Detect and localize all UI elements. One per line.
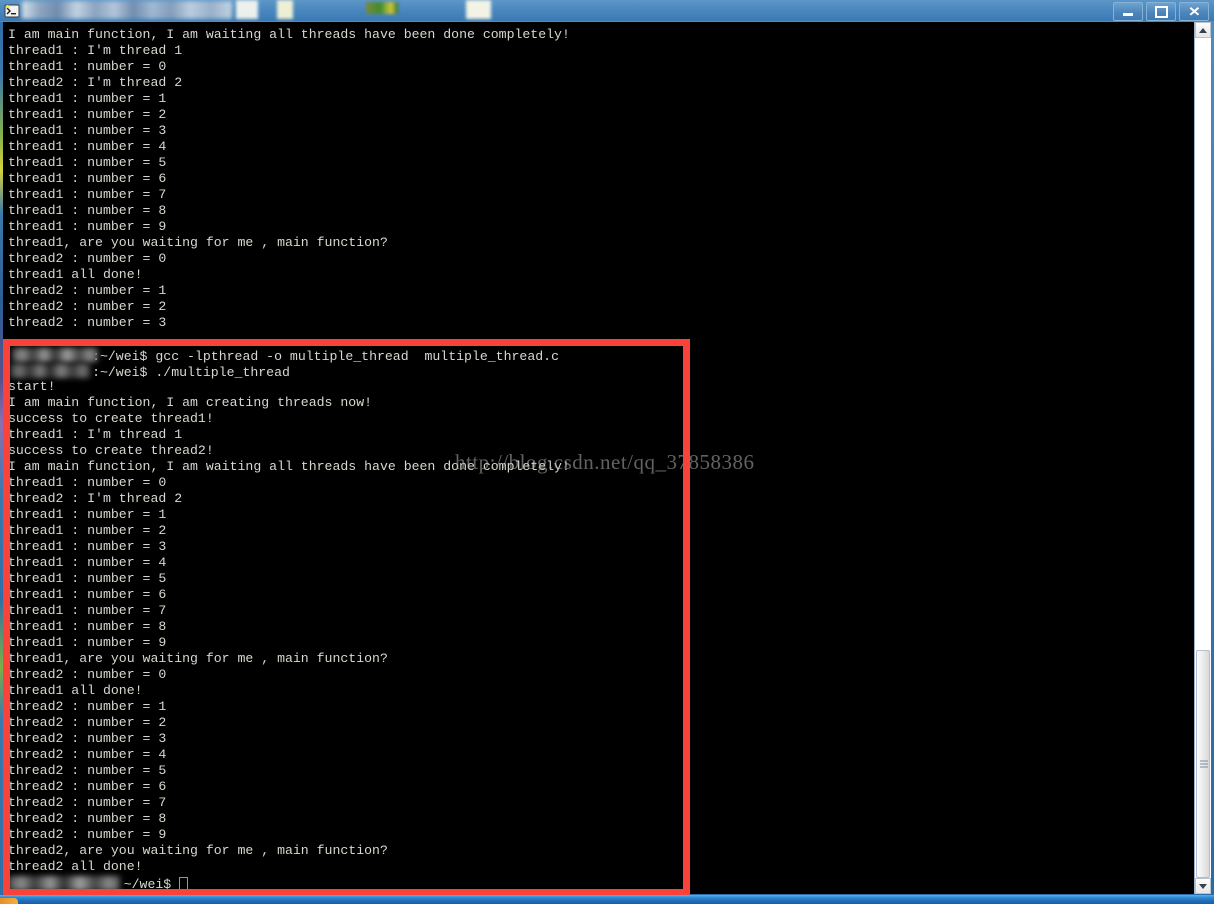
terminal-line-lower-9: thread1 : number = 2: [8, 523, 167, 538]
terminal-line-lower-7: thread2 : I'm thread 2: [8, 491, 183, 506]
terminal-line-lower-20: thread2 : number = 1: [8, 699, 167, 714]
terminal-window: ✕ I am main function, I am waiting all t…: [0, 0, 1214, 901]
terminal-line-lower-26: thread2 : number = 7: [8, 795, 167, 810]
scroll-down-button[interactable]: [1195, 878, 1211, 894]
terminal-line-upper-11: thread1 : number = 8: [8, 203, 167, 218]
screen: ✕ I am main function, I am waiting all t…: [0, 0, 1214, 904]
terminal-line-lower-18: thread2 : number = 0: [8, 667, 167, 682]
terminal-line-upper-1: thread1 : I'm thread 1: [8, 43, 183, 58]
terminal-line-upper-8: thread1 : number = 5: [8, 155, 167, 170]
chevron-up-icon: [1199, 27, 1207, 33]
terminal-line-lower-0: start!: [8, 379, 56, 394]
scrollbar-track[interactable]: [1195, 38, 1211, 878]
terminal-line-lower-8: thread1 : number = 1: [8, 507, 167, 522]
terminal-line-lower-16: thread1 : number = 9: [8, 635, 167, 650]
terminal-line-upper-14: thread2 : number = 0: [8, 251, 167, 266]
prompt-path-final: ~/wei$: [123, 877, 172, 892]
terminal-line-upper-13: thread1, are you waiting for me , main f…: [8, 235, 388, 250]
terminal-line-upper-12: thread1 : number = 9: [8, 219, 167, 234]
vertical-scrollbar[interactable]: [1194, 22, 1211, 894]
terminal-line-upper-10: thread1 : number = 7: [8, 187, 167, 202]
terminal-line-lower-22: thread2 : number = 3: [8, 731, 167, 746]
maximize-icon: [1154, 5, 1168, 18]
titlebar-blob-1: [236, 0, 258, 19]
terminal-line-upper-2: thread1 : number = 0: [8, 59, 167, 74]
terminal-line-upper-18: thread2 : number = 3: [8, 315, 167, 330]
window-controls: ✕: [1113, 2, 1209, 21]
terminal-line-lower-14: thread1 : number = 7: [8, 603, 167, 618]
terminal-line-lower-10: thread1 : number = 3: [8, 539, 167, 554]
terminal-line-upper-17: thread2 : number = 2: [8, 299, 167, 314]
terminal-line-upper-4: thread1 : number = 1: [8, 91, 167, 106]
titlebar-blob-3: [366, 2, 398, 14]
redaction-blur-username-3: [8, 876, 120, 891]
terminal-line-lower-6: thread1 : number = 0: [8, 475, 167, 490]
terminal-line-upper-16: thread2 : number = 1: [8, 283, 167, 298]
scroll-up-button[interactable]: [1195, 22, 1211, 38]
terminal-line-lower-1: I am main function, I am creating thread…: [8, 395, 373, 410]
terminal-line-lower-28: thread2 : number = 9: [8, 827, 167, 842]
redaction-blur-username-2: [10, 364, 90, 378]
terminal-line-lower-11: thread1 : number = 4: [8, 555, 167, 570]
window-title-redacted: [22, 1, 232, 19]
scrollbar-thumb[interactable]: [1196, 650, 1210, 878]
terminal-line-lower-13: thread1 : number = 6: [8, 587, 167, 602]
terminal-line-lower-23: thread2 : number = 4: [8, 747, 167, 762]
terminal-line-lower-27: thread2 : number = 8: [8, 811, 167, 826]
terminal-line-lower-29: thread2, are you waiting for me , main f…: [8, 843, 388, 858]
window-titlebar[interactable]: ✕: [0, 0, 1214, 21]
watermark-url: http://blog.csdn.net/qq_37858386: [455, 450, 755, 474]
compile-command: gcc -lpthread -o multiple_thread multipl…: [155, 349, 559, 364]
terminal-line-lower-3: thread1 : I'm thread 1: [8, 427, 183, 442]
run-command: ./multiple_thread: [155, 365, 290, 380]
taskbar[interactable]: [0, 895, 1214, 904]
terminal-line-lower-15: thread1 : number = 8: [8, 619, 167, 634]
redaction-blur-username-1: [12, 348, 98, 362]
terminal-line-upper-6: thread1 : number = 3: [8, 123, 167, 138]
minimize-icon: [1123, 12, 1133, 16]
minimize-button[interactable]: [1113, 2, 1143, 21]
scrollbar-grip-icon: [1200, 760, 1208, 768]
chevron-down-icon: [1199, 883, 1207, 889]
terminal-line-upper-5: thread1 : number = 2: [8, 107, 167, 122]
maximize-button[interactable]: [1146, 2, 1176, 21]
terminal-app-icon: [4, 3, 20, 19]
close-icon: ✕: [1187, 4, 1201, 19]
terminal-line-lower-19: thread1 all done!: [8, 683, 143, 698]
terminal-line-upper-15: thread1 all done!: [8, 267, 143, 282]
terminal-line-lower-17: thread1, are you waiting for me , main f…: [8, 651, 388, 666]
terminal-line-lower-30: thread2 all done!: [8, 859, 143, 874]
cursor-gap: [171, 877, 179, 892]
terminal-line-lower-12: thread1 : number = 5: [8, 571, 167, 586]
terminal-line-upper-9: thread1 : number = 6: [8, 171, 167, 186]
titlebar-blob-4: [466, 0, 491, 19]
terminal-line-lower-24: thread2 : number = 5: [8, 763, 167, 778]
terminal-line-lower-2: success to create thread1!: [8, 411, 214, 426]
start-button-icon[interactable]: [0, 898, 18, 904]
close-button[interactable]: ✕: [1179, 2, 1209, 21]
terminal-line-upper-7: thread1 : number = 4: [8, 139, 167, 154]
titlebar-blob-2: [277, 0, 293, 19]
prompt-path-1: :~/wei$: [92, 349, 148, 364]
desktop-left-edge-strip: [0, 22, 3, 894]
terminal-cursor: [179, 877, 189, 890]
terminal-line-lower-21: thread2 : number = 2: [8, 715, 167, 730]
prompt-path-2: :~/wei$: [92, 365, 148, 380]
terminal-line-upper-0: I am main function, I am waiting all thr…: [8, 27, 570, 42]
terminal-line-upper-3: thread2 : I'm thread 2: [8, 75, 183, 90]
terminal-line-lower-25: thread2 : number = 6: [8, 779, 167, 794]
